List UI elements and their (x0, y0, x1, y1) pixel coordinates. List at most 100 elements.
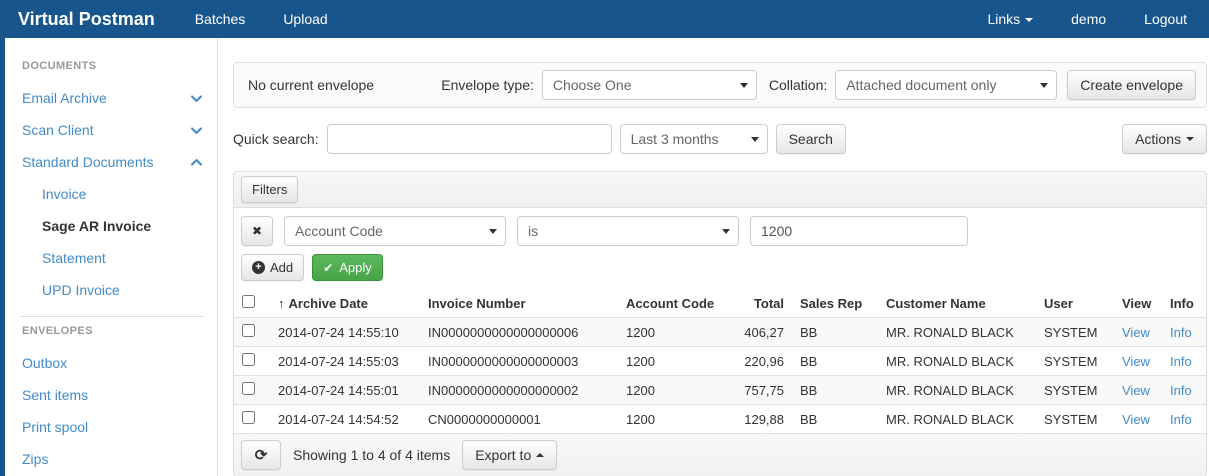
remove-filter-button[interactable]: ✖ (241, 216, 273, 246)
view-link[interactable]: View (1122, 412, 1150, 427)
quick-search-input[interactable] (327, 124, 612, 154)
sidebar-item-standard-documents[interactable]: Standard Documents (20, 146, 217, 178)
table-row: 2014-07-24 14:55:01 IN000000000000000000… (234, 376, 1206, 405)
add-filter-button[interactable]: +Add (241, 254, 304, 281)
cell-account-code: 1200 (618, 405, 726, 434)
column-label: Info (1170, 296, 1194, 311)
cell-total: 129,88 (726, 405, 792, 434)
cell-customer-name: MR. RONALD BLACK (878, 376, 1036, 405)
column-total[interactable]: Total (726, 289, 792, 318)
row-checkbox[interactable] (242, 411, 255, 424)
sidebar-item-scan-client[interactable]: Scan Client (20, 114, 217, 146)
nav-upload[interactable]: Upload (283, 11, 327, 27)
sidebar-item-upd-invoice[interactable]: UPD Invoice (20, 274, 217, 306)
sidebar-item-invoice[interactable]: Invoice (20, 178, 217, 210)
info-link[interactable]: Info (1170, 354, 1192, 369)
cell-customer-name: MR. RONALD BLACK (878, 405, 1036, 434)
envelope-panel: No current envelope Envelope type: Choos… (233, 62, 1207, 108)
row-checkbox[interactable] (242, 382, 255, 395)
main-content: No current envelope Envelope type: Choos… (218, 38, 1209, 476)
sidebar-item-email-archive[interactable]: Email Archive (20, 82, 217, 114)
quick-search-row: Quick search: Last 3 months Search Actio… (233, 124, 1207, 154)
filters-toggle-button[interactable]: Filters (241, 176, 298, 203)
sidebar-item-print-spool[interactable]: Print spool (20, 411, 217, 443)
search-period-value: Last 3 months (631, 131, 719, 147)
cell-sales-rep: BB (792, 318, 878, 347)
sidebar-item-label: Standard Documents (22, 154, 154, 170)
nav-links-dropdown[interactable]: Links (987, 11, 1033, 27)
view-link[interactable]: View (1122, 325, 1150, 340)
caret-down-icon (722, 229, 730, 234)
column-label: Archive Date (289, 296, 368, 311)
info-link[interactable]: Info (1170, 412, 1192, 427)
export-button-label: Export to (475, 447, 531, 463)
table-row: 2014-07-24 14:54:52 CN0000000000001 1200… (234, 405, 1206, 434)
nav-links-label: Links (987, 11, 1020, 27)
filter-value-input[interactable] (750, 216, 968, 246)
nav-logout[interactable]: Logout (1144, 11, 1187, 27)
actions-button[interactable]: Actions (1122, 124, 1207, 154)
sidebar-item-sent-items[interactable]: Sent items (20, 379, 217, 411)
page-edge-strip (0, 0, 5, 476)
column-label: Total (754, 296, 784, 311)
search-button[interactable]: Search (776, 124, 846, 154)
cell-invoice-number: IN0000000000000000003 (420, 347, 618, 376)
sidebar-heading-envelopes: ENVELOPES (22, 325, 217, 337)
info-link[interactable]: Info (1170, 325, 1192, 340)
cell-account-code: 1200 (618, 347, 726, 376)
select-all-checkbox[interactable] (242, 295, 255, 308)
cell-user: SYSTEM (1036, 318, 1114, 347)
nav-batches[interactable]: Batches (195, 11, 246, 27)
view-link[interactable]: View (1122, 354, 1150, 369)
column-label: Customer Name (886, 296, 986, 311)
cell-archive-date: 2014-07-24 14:54:52 (270, 405, 420, 434)
column-customer-name[interactable]: Customer Name (878, 289, 1036, 318)
cell-sales-rep: BB (792, 347, 878, 376)
caret-down-icon (740, 83, 748, 88)
sort-ascending-icon: ↑ (278, 296, 285, 311)
filters-panel-header: Filters (234, 172, 1206, 208)
filter-row: ✖ Account Code is (241, 216, 1199, 246)
create-envelope-button[interactable]: Create envelope (1067, 70, 1196, 100)
sidebar-item-zips[interactable]: Zips (20, 443, 217, 475)
refresh-button[interactable]: ⟳ (241, 440, 281, 470)
column-invoice-number[interactable]: Invoice Number (420, 289, 618, 318)
filters-body: ✖ Account Code is +Add ✔Apply (234, 208, 1206, 289)
sidebar-item-statement[interactable]: Statement (20, 242, 217, 274)
row-checkbox[interactable] (242, 324, 255, 337)
collation-select[interactable]: Attached document only (835, 70, 1057, 100)
column-label: Account Code (626, 296, 714, 311)
view-link[interactable]: View (1122, 383, 1150, 398)
table-row: 2014-07-24 14:55:03 IN000000000000000000… (234, 347, 1206, 376)
column-user[interactable]: User (1036, 289, 1114, 318)
brand-title[interactable]: Virtual Postman (18, 9, 155, 30)
sidebar-item-label: Scan Client (22, 122, 94, 138)
export-to-button[interactable]: Export to (462, 440, 557, 470)
column-account-code[interactable]: Account Code (618, 289, 726, 318)
cell-archive-date: 2014-07-24 14:55:10 (270, 318, 420, 347)
cell-sales-rep: BB (792, 405, 878, 434)
remove-icon: ✖ (252, 224, 262, 238)
sidebar-item-label: Email Archive (22, 90, 107, 106)
envelope-type-value: Choose One (553, 77, 632, 93)
envelope-type-select[interactable]: Choose One (542, 70, 757, 100)
column-archive-date[interactable]: ↑ Archive Date (270, 289, 420, 318)
column-label: View (1122, 296, 1151, 311)
filter-field-select[interactable]: Account Code (284, 216, 506, 246)
sidebar-item-sage-ar-invoice[interactable]: Sage AR Invoice (20, 210, 217, 242)
nav-username[interactable]: demo (1071, 11, 1106, 27)
column-sales-rep[interactable]: Sales Rep (792, 289, 878, 318)
row-checkbox[interactable] (242, 353, 255, 366)
cell-archive-date: 2014-07-24 14:55:01 (270, 376, 420, 405)
sidebar-item-outbox[interactable]: Outbox (20, 347, 217, 379)
column-label: User (1044, 296, 1073, 311)
info-link[interactable]: Info (1170, 383, 1192, 398)
apply-filters-button[interactable]: ✔Apply (312, 254, 383, 281)
table-footer: ⟳ Showing 1 to 4 of 4 items Export to (234, 433, 1206, 476)
search-period-select[interactable]: Last 3 months (620, 124, 768, 154)
filter-operator-select[interactable]: is (517, 216, 739, 246)
top-navbar: Virtual Postman Batches Upload Links dem… (0, 0, 1209, 38)
column-label: Invoice Number (428, 296, 526, 311)
quick-search-label: Quick search: (233, 131, 319, 147)
filter-field-value: Account Code (295, 223, 383, 239)
